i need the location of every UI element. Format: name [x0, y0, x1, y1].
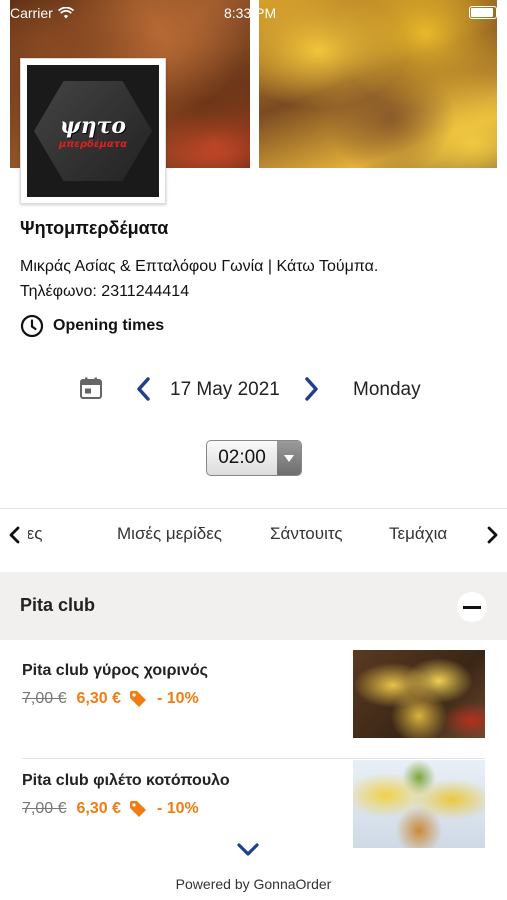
status-time: 8:33 PM: [224, 5, 277, 21]
category-section-header[interactable]: Pita club: [0, 572, 507, 640]
shop-address: Μικράς Ασίας & Επταλόφου Γωνία | Κάτω Το…: [20, 258, 379, 275]
item-name: Pita club γύρος χοιρινός: [22, 662, 208, 679]
item-divider: [22, 758, 485, 759]
logo-hexagon: ψητο μπερδέματα: [34, 81, 152, 181]
shop-logo: ψητο μπερδέματα: [20, 58, 166, 204]
chevron-left-icon[interactable]: [8, 525, 22, 545]
item-old-price: 7,00 €: [22, 690, 67, 707]
category-tabs-track: Μερίδες Μισές μερίδες Σάντουιτς Τεμάχια: [28, 509, 480, 561]
date-picker: 17 May 2021 Monday: [0, 372, 507, 408]
chevron-down-icon[interactable]: [236, 842, 260, 858]
item-price-row: 7,00 € 6,30 € - 10%: [22, 690, 199, 708]
section-title: Pita club: [20, 595, 96, 615]
item-discount: - 10%: [156, 800, 199, 817]
menu-item[interactable]: Pita club γύρος χοιρινός 7,00 € 6,30 € -…: [0, 650, 507, 772]
selected-date: 17 May 2021: [170, 379, 280, 400]
opening-times-label: Opening times: [53, 317, 165, 334]
minus-icon: [463, 605, 481, 609]
tab-half-portions[interactable]: Μισές μερίδες: [117, 524, 222, 544]
collapse-button[interactable]: [457, 592, 487, 622]
carrier-label: Carrier: [10, 5, 53, 21]
tab-pieces[interactable]: Τεμάχια: [389, 524, 447, 544]
menu-item[interactable]: Pita club φιλέτο κοτόπουλο 7,00 € 6,30 €…: [0, 760, 507, 882]
status-bar: Carrier 8:33 PM: [0, 0, 507, 26]
powered-by-footer[interactable]: Powered by GonnaOrder: [0, 876, 507, 892]
shop-phone: Τηλέφωνο: 2311244414: [20, 283, 190, 300]
time-select[interactable]: 02:00: [206, 440, 302, 476]
selected-day: Monday: [353, 379, 421, 400]
item-image[interactable]: [353, 650, 485, 738]
logo-title: ψητο: [59, 112, 127, 139]
battery-icon: [469, 6, 500, 19]
tab-sandwiches[interactable]: Σάντουιτς: [270, 524, 343, 544]
previous-day-button[interactable]: [135, 376, 153, 402]
tab-portions[interactable]: Μερίδες: [28, 524, 42, 544]
item-price-row: 7,00 € 6,30 € - 10%: [22, 800, 199, 818]
chevron-right-icon[interactable]: [485, 525, 499, 545]
item-old-price: 7,00 €: [22, 800, 67, 817]
clock-icon: [20, 314, 44, 338]
shop-name: Ψητομπερδέματα: [20, 218, 169, 238]
category-tabs: Μερίδες Μισές μερίδες Σάντουιτς Τεμάχια: [0, 508, 507, 560]
logo-subtitle: μπερδέματα: [59, 138, 127, 150]
item-name: Pita club φιλέτο κοτόπουλο: [22, 772, 230, 789]
calendar-icon[interactable]: [79, 376, 103, 400]
carrier-info: Carrier: [10, 5, 74, 21]
item-image[interactable]: [353, 760, 485, 848]
item-discount: - 10%: [156, 690, 199, 707]
logo-image: ψητο μπερδέματα: [27, 65, 159, 197]
price-tag-icon: [129, 801, 146, 817]
wifi-icon: [57, 7, 74, 19]
time-select-value: 02:00: [218, 447, 266, 468]
item-new-price: 6,30 €: [76, 690, 121, 707]
price-tag-icon: [129, 691, 146, 707]
item-new-price: 6,30 €: [76, 800, 121, 817]
opening-times-link[interactable]: Opening times: [20, 314, 164, 338]
dropdown-arrow-icon: [277, 441, 301, 475]
next-day-button[interactable]: [302, 376, 320, 402]
